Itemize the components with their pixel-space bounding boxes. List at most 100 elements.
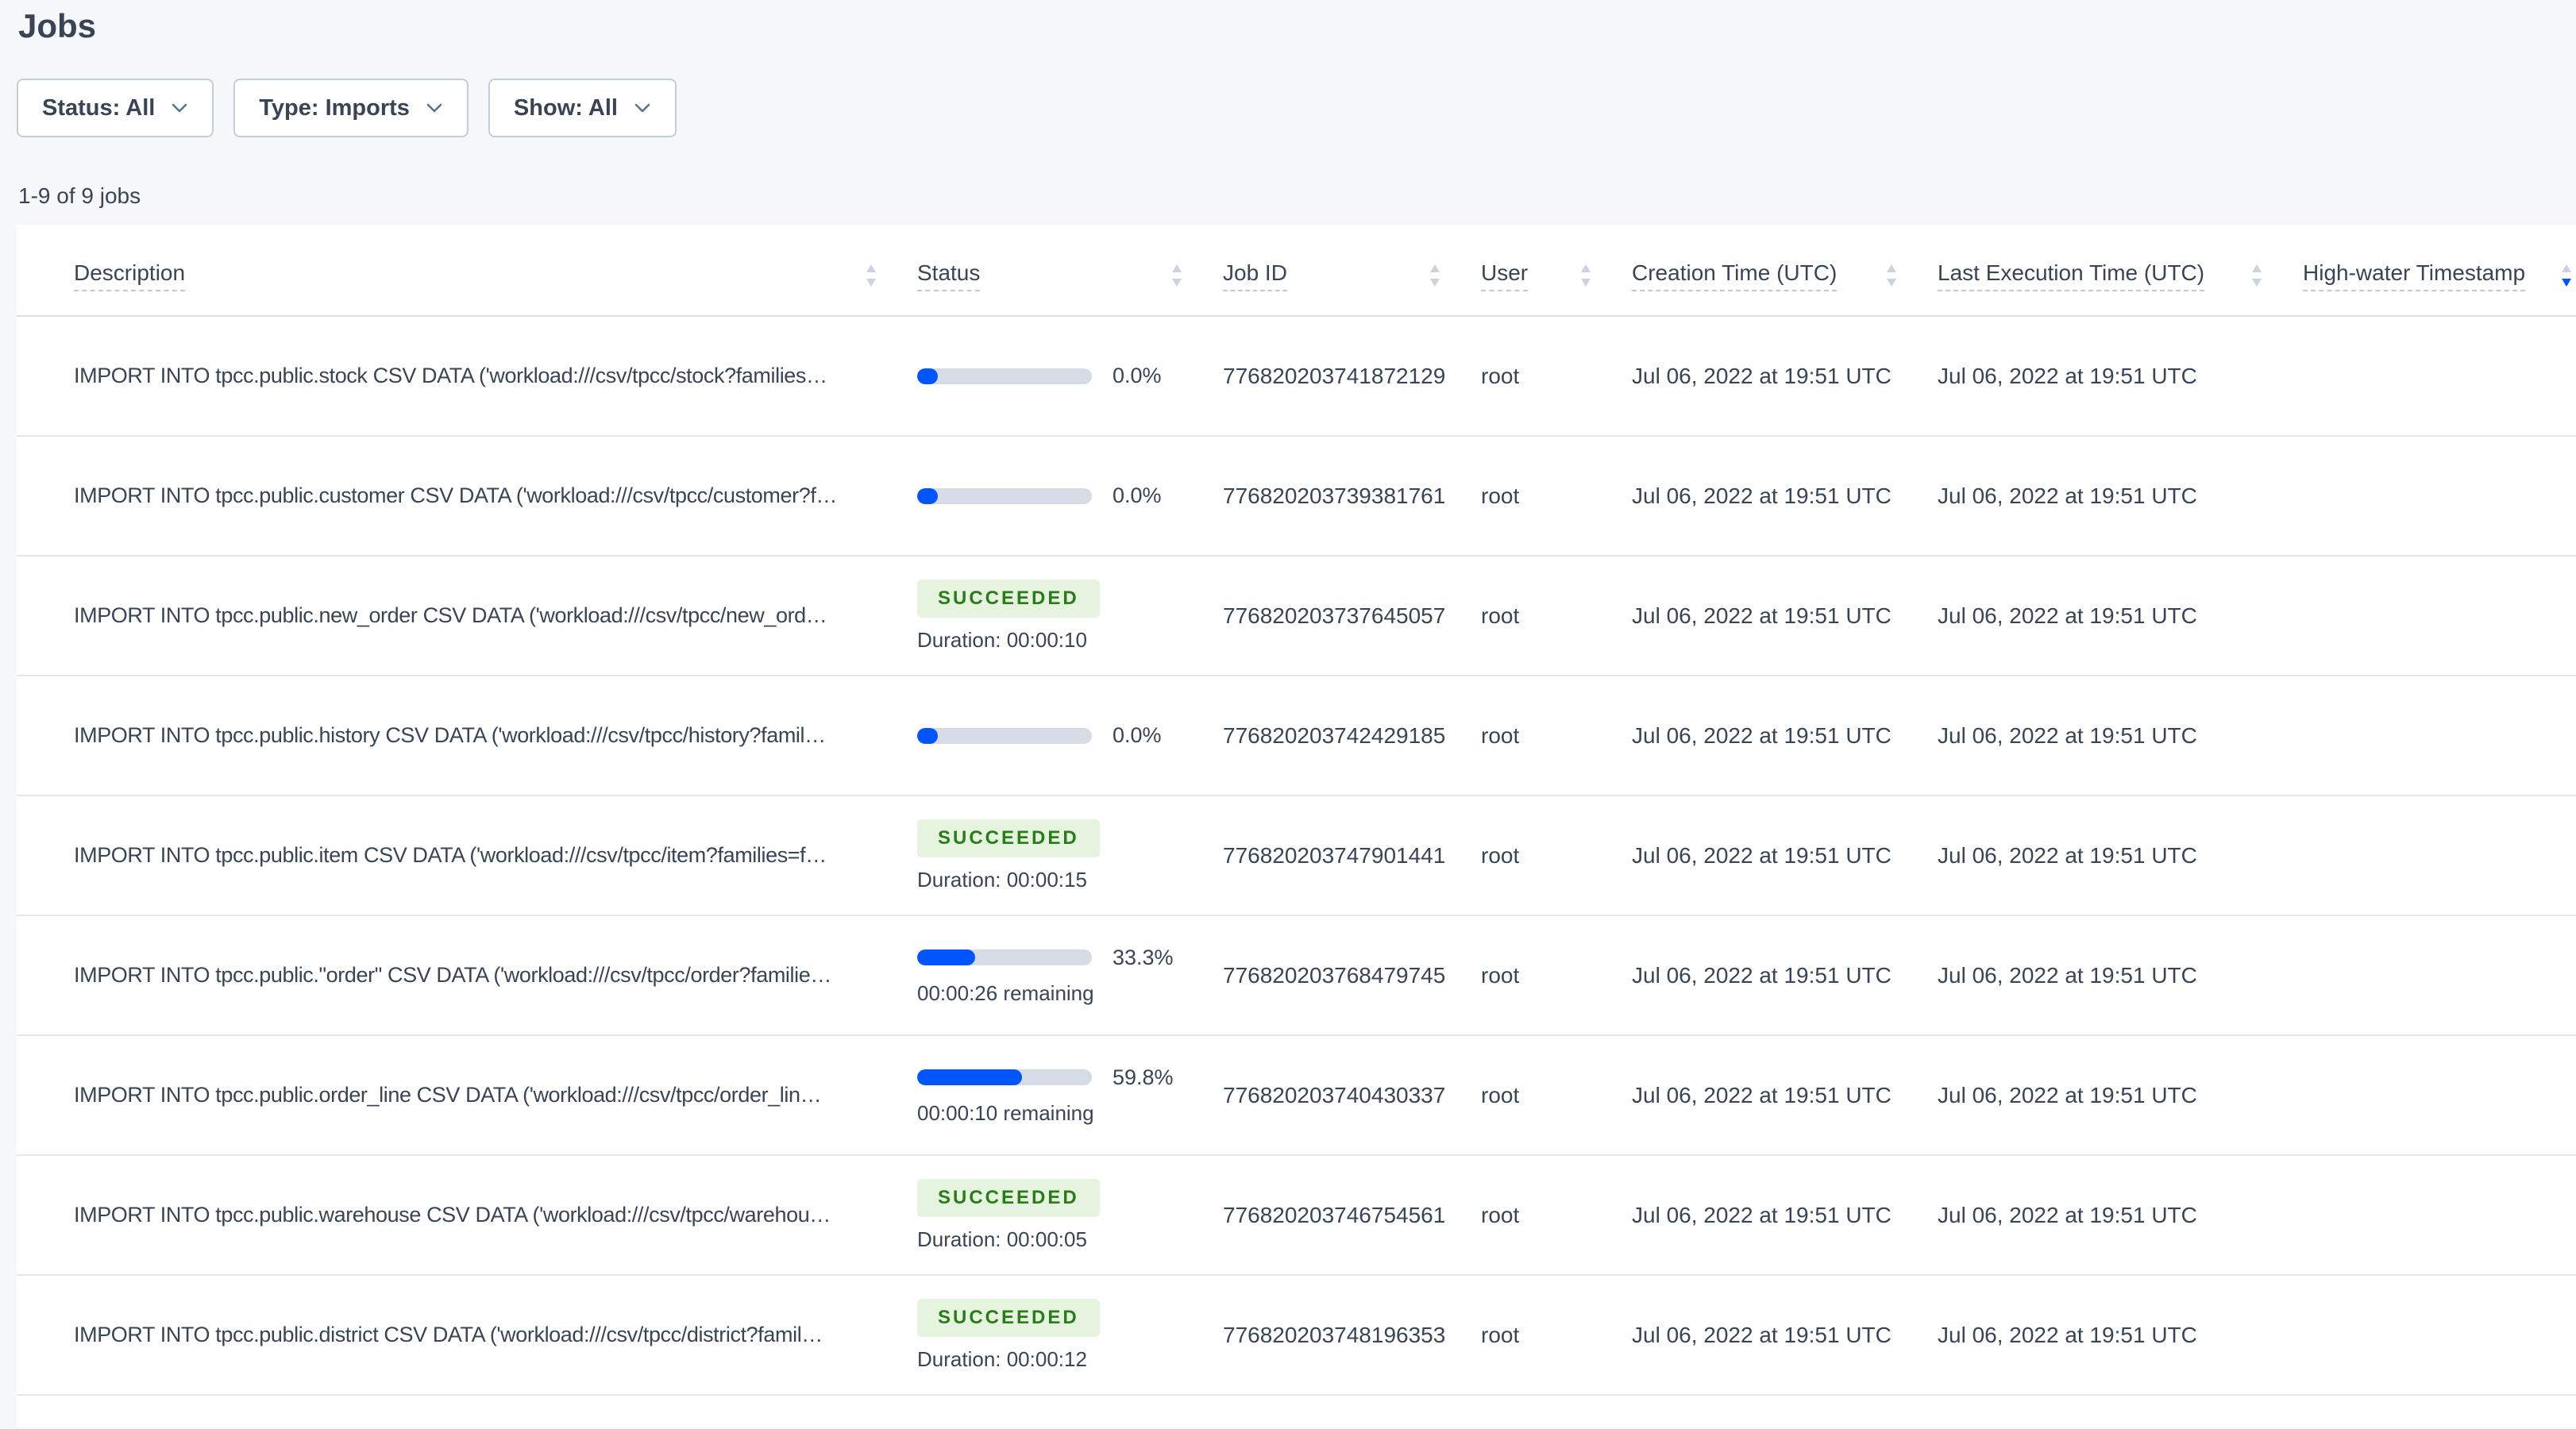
job-id-cell: 776820203739381761 bbox=[1204, 436, 1462, 557]
job-user-cell: root bbox=[1462, 1275, 1613, 1396]
sort-arrows-icon[interactable] bbox=[1427, 261, 1443, 290]
creation-time-cell: Jul 06, 2022 at 19:51 UTC bbox=[1613, 316, 1919, 437]
time-remaining: 00:00:26 remaining bbox=[917, 980, 1094, 1005]
column-label-job-id: Job ID bbox=[1223, 260, 1287, 291]
high-water-timestamp-cell bbox=[2284, 436, 2576, 557]
job-status-cell: SUCCEEDED Duration: 00:00:15 bbox=[898, 795, 1204, 916]
table-row: IMPORT INTO tpcc.public.item CSV DATA ('… bbox=[17, 795, 2576, 916]
last-execution-time-cell: Jul 06, 2022 at 19:51 UTC bbox=[1919, 1155, 2284, 1276]
job-description-link[interactable]: IMPORT INTO tpcc.public.history CSV DATA… bbox=[17, 676, 898, 796]
job-id-cell: 776820203748196353 bbox=[1204, 1275, 1462, 1396]
job-description-link[interactable]: IMPORT INTO tpcc.public.order_line CSV D… bbox=[17, 1035, 898, 1156]
column-header-status[interactable]: Status bbox=[898, 225, 1204, 317]
last-execution-time-cell: Jul 06, 2022 at 19:51 UTC bbox=[1919, 556, 2284, 676]
table-row: IMPORT INTO tpcc.public.stock CSV DATA (… bbox=[17, 316, 2576, 437]
job-description-link[interactable]: IMPORT INTO tpcc.public."order" CSV DATA… bbox=[17, 915, 898, 1036]
job-description-link[interactable]: IMPORT INTO tpcc.public.warehouse CSV DA… bbox=[17, 1155, 898, 1276]
high-water-timestamp-cell bbox=[2284, 556, 2576, 676]
job-description-link[interactable]: IMPORT INTO tpcc.public.district CSV DAT… bbox=[17, 1275, 898, 1396]
job-status-cell: SUCCEEDED Duration: 00:00:12 bbox=[898, 1275, 1204, 1396]
job-description-link[interactable]: IMPORT INTO tpcc.public.item CSV DATA ('… bbox=[17, 795, 898, 916]
job-description-link[interactable]: IMPORT INTO tpcc.public.stock CSV DATA (… bbox=[17, 316, 898, 437]
progress-percent: 0.0% bbox=[1113, 364, 1162, 387]
job-status-cell: 0.0% bbox=[898, 436, 1204, 557]
job-id-cell: 776820203768479745 bbox=[1204, 915, 1462, 1036]
progress-bar bbox=[917, 949, 1092, 965]
last-execution-time-cell: Jul 06, 2022 at 19:51 UTC bbox=[1919, 316, 2284, 437]
progress-percent: 59.8% bbox=[1113, 1065, 1174, 1089]
sort-arrows-icon[interactable] bbox=[1578, 261, 1594, 290]
column-label-status: Status bbox=[917, 260, 981, 291]
sort-arrows-icon[interactable] bbox=[2559, 261, 2574, 290]
last-execution-time-cell: Jul 06, 2022 at 19:51 UTC bbox=[1919, 915, 2284, 1036]
creation-time-cell: Jul 06, 2022 at 19:51 UTC bbox=[1613, 1035, 1919, 1156]
creation-time-cell: Jul 06, 2022 at 19:51 UTC bbox=[1613, 915, 1919, 1036]
job-id-cell: 776820203746754561 bbox=[1204, 1155, 1462, 1276]
column-header-user[interactable]: User bbox=[1462, 225, 1613, 317]
job-duration: Duration: 00:00:12 bbox=[917, 1346, 1087, 1371]
sort-arrows-icon[interactable] bbox=[1884, 261, 1899, 290]
show-filter-dropdown[interactable]: Show: All bbox=[488, 79, 677, 137]
high-water-timestamp-cell bbox=[2284, 1035, 2576, 1156]
column-label-user: User bbox=[1481, 260, 1529, 291]
high-water-timestamp-cell bbox=[2284, 676, 2576, 796]
job-description-link[interactable]: IMPORT INTO tpcc.public.new_order CSV DA… bbox=[17, 556, 898, 676]
creation-time-cell: Jul 06, 2022 at 19:51 UTC bbox=[1613, 1155, 1919, 1276]
job-description-link[interactable]: IMPORT INTO tpcc.public.customer CSV DAT… bbox=[17, 436, 898, 557]
progress-bar bbox=[917, 1069, 1092, 1085]
column-header-job-id[interactable]: Job ID bbox=[1204, 225, 1462, 317]
chevron-down-icon bbox=[634, 103, 650, 113]
status-filter-label: Status: All bbox=[42, 94, 156, 121]
high-water-timestamp-cell bbox=[2284, 795, 2576, 916]
creation-time-cell: Jul 06, 2022 at 19:51 UTC bbox=[1613, 676, 1919, 796]
sort-arrows-icon[interactable] bbox=[1169, 261, 1185, 290]
type-filter-label: Type: Imports bbox=[259, 94, 410, 121]
jobs-page: Jobs Status: All Type: Imports Show: All… bbox=[0, 6, 2576, 1429]
progress-bar bbox=[917, 487, 1092, 504]
column-label-creation-time: Creation Time (UTC) bbox=[1632, 260, 1838, 291]
table-row: IMPORT INTO tpcc.public.district CSV DAT… bbox=[17, 1275, 2576, 1396]
progress-percent: 0.0% bbox=[1113, 483, 1162, 507]
column-header-last-execution-time[interactable]: Last Execution Time (UTC) bbox=[1919, 225, 2284, 317]
job-user-cell: root bbox=[1462, 795, 1613, 916]
progress-bar bbox=[917, 368, 1092, 384]
job-status-cell: SUCCEEDED Duration: 00:00:10 bbox=[898, 556, 1204, 676]
page-title: Jobs bbox=[18, 7, 97, 44]
column-header-creation-time[interactable]: Creation Time (UTC) bbox=[1613, 225, 1919, 317]
sort-arrows-icon[interactable] bbox=[863, 261, 879, 290]
type-filter-dropdown[interactable]: Type: Imports bbox=[233, 79, 469, 137]
status-badge: SUCCEEDED bbox=[917, 579, 1100, 618]
column-label-last-execution-time: Last Execution Time (UTC) bbox=[1938, 260, 2205, 291]
sort-arrows-icon[interactable] bbox=[2249, 261, 2265, 290]
job-status-cell: 33.3% 00:00:26 remaining bbox=[898, 915, 1204, 1036]
column-header-description[interactable]: Description bbox=[17, 225, 898, 317]
status-badge: SUCCEEDED bbox=[917, 1178, 1100, 1217]
last-execution-time-cell: Jul 06, 2022 at 19:51 UTC bbox=[1919, 676, 2284, 796]
job-id-cell: 776820203741872129 bbox=[1204, 316, 1462, 437]
creation-time-cell: Jul 06, 2022 at 19:51 UTC bbox=[1613, 1275, 1919, 1396]
job-id-cell: 776820203740430337 bbox=[1204, 1035, 1462, 1156]
high-water-timestamp-cell bbox=[2284, 1155, 2576, 1276]
job-id-cell: 776820203742429185 bbox=[1204, 676, 1462, 796]
table-row: IMPORT INTO tpcc.public.warehouse CSV DA… bbox=[17, 1155, 2576, 1276]
column-header-high-water-timestamp[interactable]: High-water Timestamp bbox=[2284, 225, 2576, 317]
table-row: IMPORT INTO tpcc.public.history CSV DATA… bbox=[17, 676, 2576, 796]
jobs-table-card: Description Status Job ID User Creation Time… bbox=[17, 225, 2576, 1427]
last-execution-time-cell: Jul 06, 2022 at 19:51 UTC bbox=[1919, 1275, 2284, 1396]
column-label-description: Description bbox=[74, 260, 186, 291]
progress-bar-fill bbox=[917, 487, 938, 504]
high-water-timestamp-cell bbox=[2284, 915, 2576, 1036]
status-filter-dropdown[interactable]: Status: All bbox=[17, 79, 214, 137]
job-user-cell: root bbox=[1462, 316, 1613, 437]
status-badge: SUCCEEDED bbox=[917, 818, 1100, 857]
chevron-down-icon bbox=[426, 103, 442, 113]
progress-percent: 33.3% bbox=[1113, 945, 1174, 969]
progress-bar-fill bbox=[917, 727, 938, 744]
creation-time-cell: Jul 06, 2022 at 19:51 UTC bbox=[1613, 436, 1919, 557]
creation-time-cell: Jul 06, 2022 at 19:51 UTC bbox=[1613, 556, 1919, 676]
table-row: IMPORT INTO tpcc.public.order_line CSV D… bbox=[17, 1035, 2576, 1156]
status-badge: SUCCEEDED bbox=[917, 1298, 1100, 1337]
table-row: IMPORT INTO tpcc.public.new_order CSV DA… bbox=[17, 556, 2576, 676]
job-status-cell: SUCCEEDED Duration: 00:00:05 bbox=[898, 1155, 1204, 1276]
job-duration: Duration: 00:00:05 bbox=[917, 1227, 1087, 1251]
